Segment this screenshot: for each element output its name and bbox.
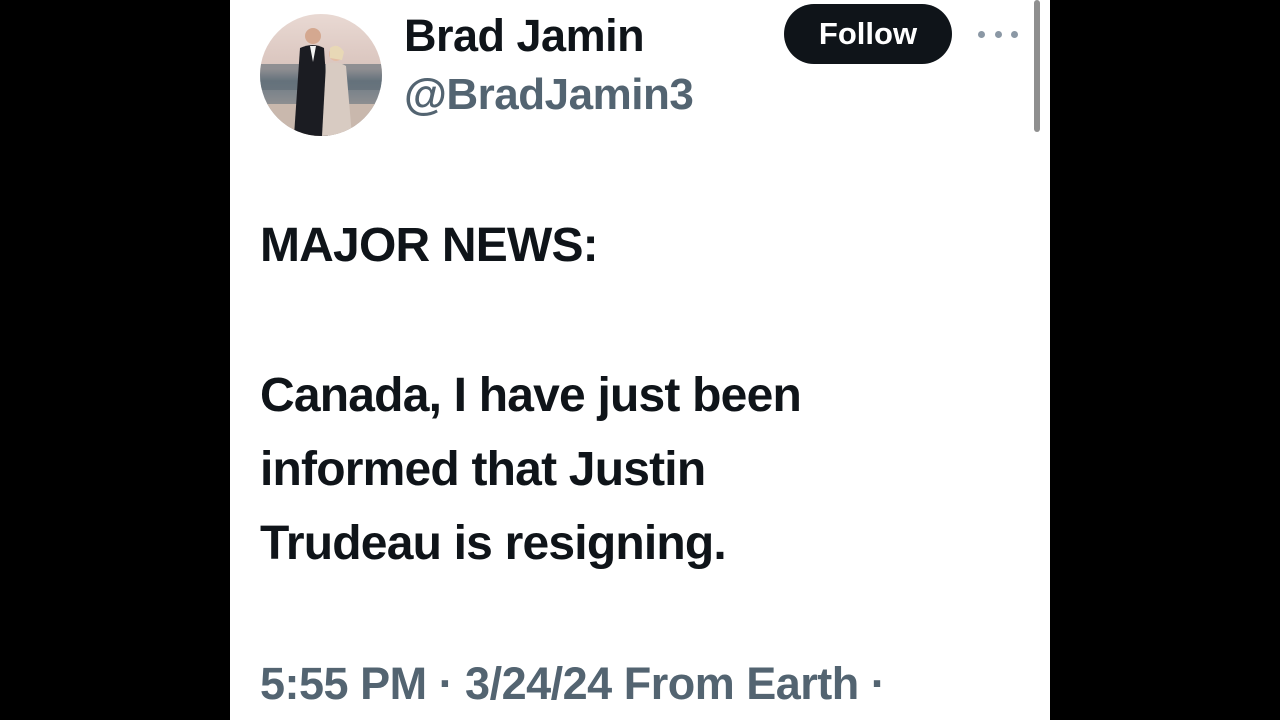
scrollbar[interactable] xyxy=(1034,0,1040,132)
tweet-card: Brad Jamin @BradJamin3 Follow MAJOR NEWS… xyxy=(230,0,1050,720)
more-options-icon[interactable] xyxy=(978,22,1018,46)
follow-button[interactable]: Follow xyxy=(784,4,952,64)
tweet-text-line: MAJOR NEWS: xyxy=(260,219,599,272)
dot xyxy=(978,30,985,38)
dot xyxy=(1011,30,1018,38)
tweet-text-line: Trudeau is resigning. xyxy=(260,517,727,570)
user-handle[interactable]: @BradJamin3 xyxy=(404,70,694,120)
tweet-text-line: informed that Justin xyxy=(260,443,706,496)
screen: Brad Jamin @BradJamin3 Follow MAJOR NEWS… xyxy=(0,0,1280,720)
tweet-timestamp[interactable]: 5:55 PM · 3/24/24 From Earth · xyxy=(260,658,886,710)
dot xyxy=(994,30,1002,38)
avatar-photo xyxy=(260,14,382,136)
display-name[interactable]: Brad Jamin xyxy=(404,10,645,62)
tweet-text-line: Canada, I have just been xyxy=(260,369,802,422)
avatar[interactable] xyxy=(260,14,382,136)
